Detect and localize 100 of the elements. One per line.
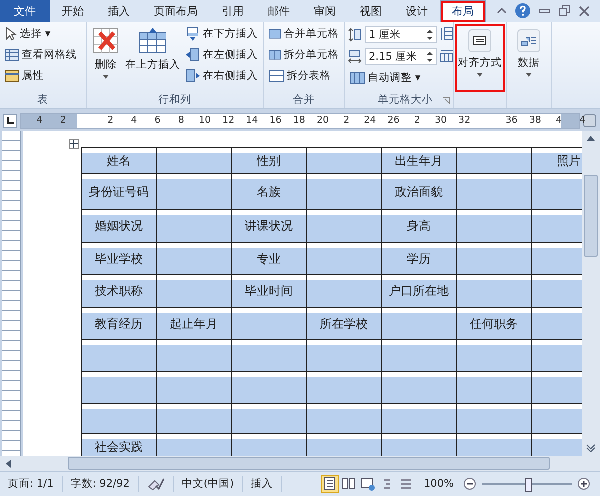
row-height-icon: [348, 28, 362, 42]
ruler-number: 14: [246, 114, 258, 128]
insert-button[interactable]: 在下方插入: [184, 24, 260, 44]
ruler-number: 2: [60, 114, 66, 128]
properties-button[interactable]: 属性: [3, 66, 83, 86]
ruler-number: 10: [198, 114, 212, 128]
insert-row-icon: [138, 27, 168, 55]
proofing-icon[interactable]: [146, 477, 165, 491]
scroll-thumb[interactable]: [68, 457, 550, 470]
page-down-icon[interactable]: [586, 444, 596, 452]
help-icon[interactable]: [515, 3, 531, 19]
select-button[interactable]: 选择 ▾: [3, 24, 83, 44]
table-cell: 学历: [382, 242, 456, 274]
table-cell: 照片: [532, 148, 582, 174]
row-height-field[interactable]: 1 厘米: [365, 26, 437, 43]
ribbon-tab[interactable]: 引用: [210, 0, 256, 22]
table-cell: 名族: [232, 174, 306, 210]
alignment-icon: [468, 29, 492, 53]
delete-button[interactable]: 删除: [90, 24, 122, 88]
horizontal-scrollbar[interactable]: [0, 456, 600, 471]
insert-button[interactable]: 在右侧插入: [184, 66, 260, 86]
zoom-level[interactable]: 100%: [420, 478, 458, 490]
web-layout-icon[interactable]: [360, 476, 376, 492]
file-tab[interactable]: 文件: [0, 0, 50, 22]
ribbon-tab[interactable]: 插入: [96, 0, 142, 22]
scroll-thumb[interactable]: [584, 175, 598, 257]
caret-icon: [526, 73, 532, 77]
table-cell: 技术职称: [82, 274, 156, 308]
zoom-slider-thumb[interactable]: [525, 478, 532, 492]
ribbon-tab[interactable]: 开始: [50, 0, 96, 22]
alignment-button[interactable]: 对齐方式: [457, 26, 503, 90]
group-label: 单元格大小: [378, 93, 433, 108]
move-handle-icon[interactable]: [69, 139, 79, 149]
ribbon-tab[interactable]: 布局: [440, 0, 486, 22]
cells-icon: [269, 28, 281, 40]
insert-button[interactable]: 在左侧插入: [184, 45, 260, 65]
table-cell: 起止年月: [156, 308, 232, 340]
view-gridlines-button[interactable]: 查看网格线: [3, 45, 83, 65]
ruler-number: 2: [414, 114, 420, 128]
restore-icon[interactable]: [559, 5, 571, 17]
scroll-left-icon[interactable]: [4, 458, 12, 468]
ruler-number: 6: [154, 114, 161, 128]
table-cell: 性别: [232, 148, 306, 174]
table-cell: 身份证号码: [82, 174, 156, 210]
print-layout-icon[interactable]: [322, 476, 338, 492]
ruler-number: 16: [270, 114, 282, 128]
ribbon-tab[interactable]: 页面布局: [142, 0, 210, 22]
merge-button[interactable]: 合并单元格: [267, 24, 341, 44]
autofit-button[interactable]: 自动调整 ▾: [348, 68, 437, 88]
group-label: 合并: [292, 93, 316, 108]
merge-button[interactable]: 拆分表格: [267, 66, 341, 86]
spinner-icon[interactable]: [427, 50, 433, 62]
column-width-field[interactable]: 2.15 厘米: [365, 48, 437, 65]
distribute-columns-icon[interactable]: [440, 49, 454, 63]
ruler-number: 4: [36, 114, 43, 128]
tab-selector[interactable]: [3, 114, 17, 128]
grid-icon: [5, 49, 19, 61]
ruler-number: 36: [506, 114, 518, 128]
distribute-rows-icon[interactable]: [440, 27, 454, 41]
language-indicator[interactable]: 中文(中国): [180, 476, 244, 492]
cells-icon: [269, 49, 281, 61]
table-cell: 所在学校: [306, 308, 382, 340]
table-cell: 身高: [382, 210, 456, 242]
caret-icon: [477, 73, 483, 77]
collapse-ribbon-icon[interactable]: [497, 7, 507, 15]
delete-table-icon: [92, 27, 120, 55]
word-count[interactable]: 字数: 92/92: [68, 476, 139, 492]
column-width-icon: [348, 50, 362, 64]
table-cell: 毕业学校: [82, 242, 156, 274]
table-cell: 出生年月: [382, 148, 456, 174]
vertical-scrollbar[interactable]: [582, 131, 600, 456]
zoom-in-icon[interactable]: [578, 478, 590, 490]
data-button[interactable]: 数据: [510, 26, 548, 90]
group-label: 行和列: [158, 93, 192, 108]
dialog-launcher-icon[interactable]: [443, 96, 450, 104]
close-icon[interactable]: [579, 6, 590, 16]
reading-layout-icon[interactable]: [340, 476, 357, 492]
ribbon-tab[interactable]: 视图: [348, 0, 394, 22]
ribbon-tab[interactable]: 设计: [394, 0, 440, 22]
group-label: 表: [36, 93, 50, 108]
ribbon-tab[interactable]: 审阅: [302, 0, 348, 22]
table-cell: 专业: [232, 242, 306, 274]
ruler-number: 18: [293, 114, 306, 128]
ruler-number: 38: [529, 114, 542, 128]
page-count[interactable]: 页面: 1/1: [6, 476, 63, 492]
merge-button[interactable]: 拆分单元格: [267, 45, 341, 65]
scroll-up-icon[interactable]: [586, 134, 596, 142]
table-cell: 任何职务: [456, 308, 532, 340]
ribbon-tab[interactable]: 邮件: [256, 0, 302, 22]
ruler-number: 4: [131, 114, 138, 128]
zoom-out-icon[interactable]: [464, 478, 476, 490]
spinner-icon[interactable]: [427, 28, 433, 40]
insert-right-icon: [186, 69, 200, 83]
ruler-number: 26: [388, 114, 400, 128]
insert-above-button[interactable]: 在上方插入: [125, 24, 181, 88]
table-cell: 社会实践: [82, 434, 156, 456]
ruler-number: 4: [580, 114, 586, 128]
insert-mode-indicator[interactable]: 插入: [249, 476, 282, 492]
cursor-icon: [5, 27, 17, 41]
ruler-number: 30: [434, 114, 448, 128]
